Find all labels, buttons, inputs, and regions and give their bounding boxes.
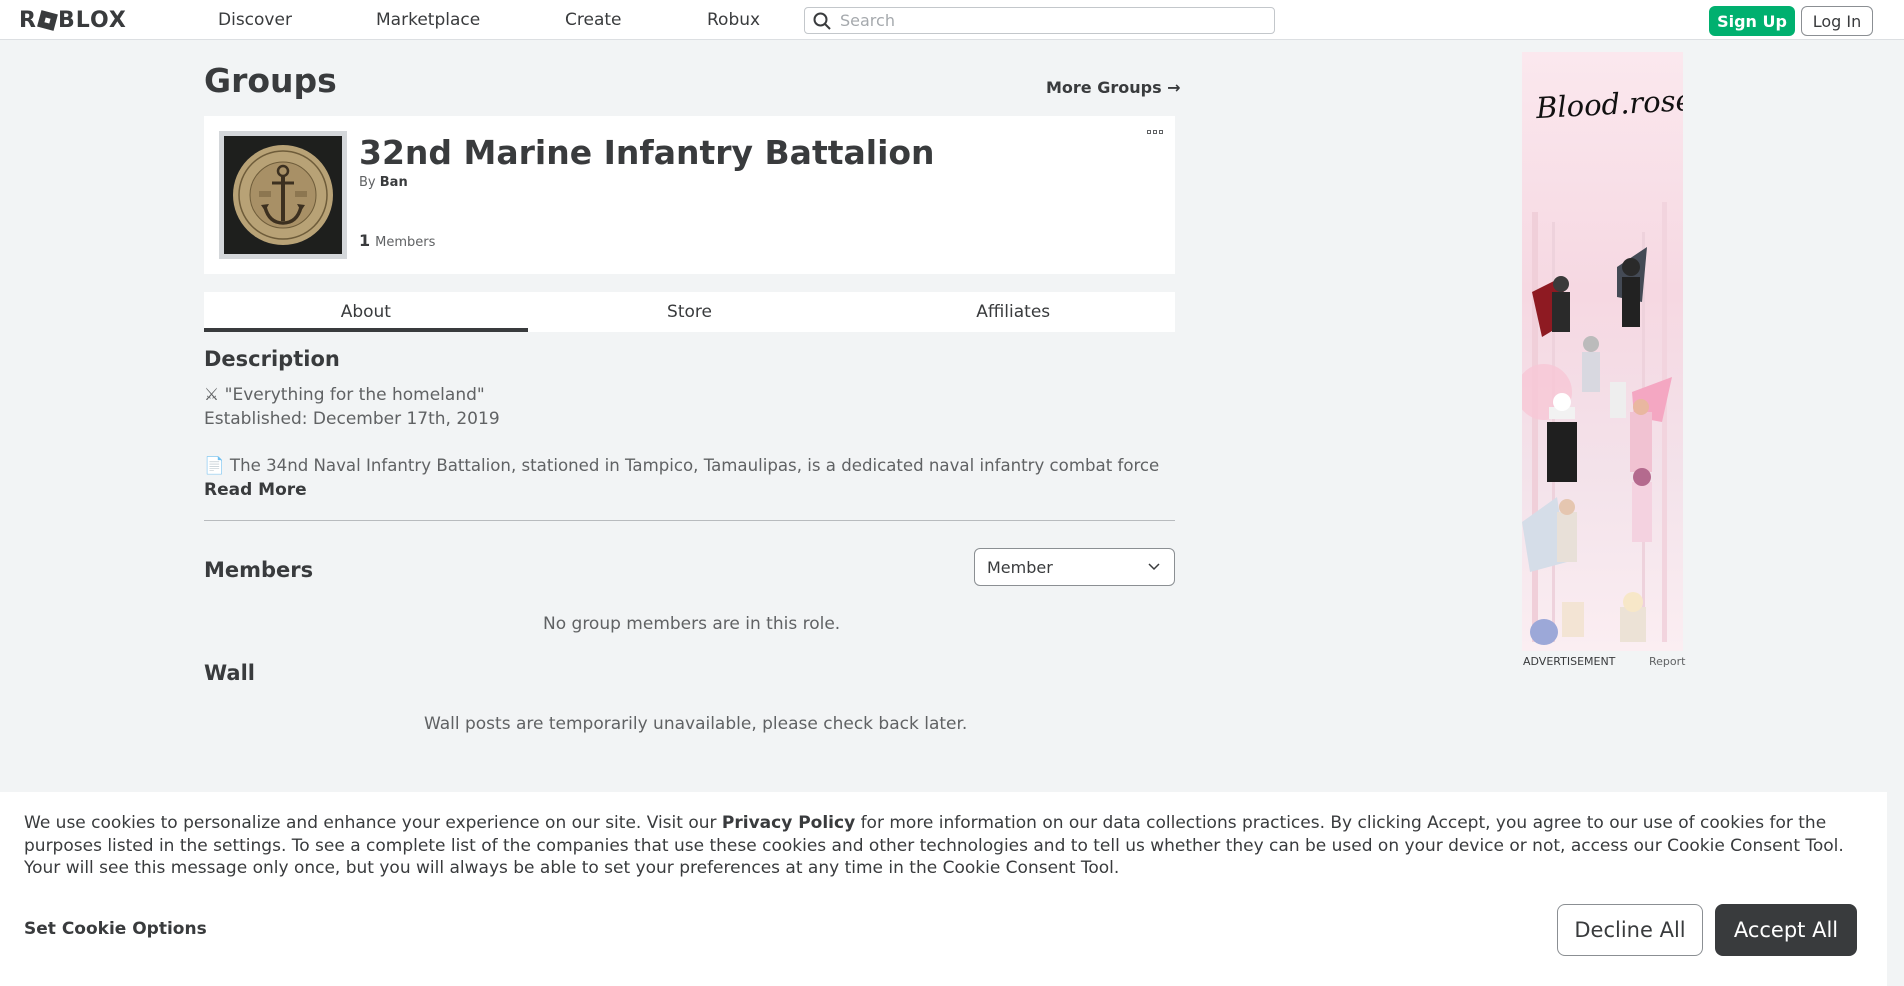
nav-discover[interactable]: Discover [218,10,292,30]
group-header-card: 32nd Marine Infantry Battalion By Ban 1 … [204,116,1175,274]
signup-button[interactable]: Sign Up [1709,6,1795,36]
by-label: By [359,175,376,190]
more-groups-link[interactable]: More Groups → [1046,78,1181,97]
wall-heading: Wall [204,661,255,685]
nav-create[interactable]: Create [565,10,622,30]
description-line: Established: December 17th, 2019 [204,409,500,429]
member-count-value: 1 [359,231,371,250]
search-box[interactable] [804,7,1275,34]
member-count: 1 Members [359,231,435,250]
group-name: 32nd Marine Infantry Battalion [359,133,935,172]
wall-unavailable-message: Wall posts are temporarily unavailable, … [424,714,968,734]
group-owner-link[interactable]: Ban [380,175,408,190]
page-title: Groups [204,61,337,100]
group-emblem [219,131,347,259]
section-divider [204,520,1175,521]
description-line: 📄 The 34nd Naval Infantry Battalion, sta… [204,456,1160,475]
login-button[interactable]: Log In [1801,6,1873,36]
cookie-banner: We use cookies to personalize and enhanc… [0,792,1887,986]
ad-report-link[interactable]: Report [1649,655,1685,668]
accept-all-button[interactable]: Accept All [1715,904,1857,956]
decline-all-button[interactable]: Decline All [1557,904,1703,956]
group-emblem-image [224,136,342,254]
anchor-emblem-icon [233,145,333,245]
nav-robux[interactable]: Robux [707,10,760,30]
nav-marketplace[interactable]: Marketplace [376,10,480,30]
more-options-icon[interactable] [1147,130,1163,134]
members-heading: Members [204,558,314,582]
tab-store[interactable]: Store [528,292,852,332]
cookie-message: We use cookies to personalize and enhanc… [24,813,1844,878]
logo-o-icon [37,9,58,31]
role-dropdown-value: Member [987,557,1053,577]
role-dropdown[interactable]: Member [974,548,1175,586]
members-empty-message: No group members are in this role. [543,614,841,634]
privacy-policy-link[interactable]: Privacy Policy [722,813,855,833]
search-input[interactable] [840,11,1260,30]
description-line: ⚔ "Everything for the homeland" [204,385,485,405]
member-count-label: Members [375,235,436,250]
set-cookie-options-link[interactable]: Set Cookie Options [24,919,207,939]
group-owner-line: By Ban [359,175,408,190]
top-nav: R BLOX Discover Marketplace Create Robux … [0,0,1904,40]
description-heading: Description [204,347,340,371]
ad-label: ADVERTISEMENT [1523,655,1616,668]
read-more-button[interactable]: Read More [204,480,307,500]
group-tabs: About Store Affiliates [204,292,1175,332]
tab-about[interactable]: About [204,292,528,332]
chevron-down-icon [1148,563,1160,571]
ad-artwork [1522,202,1672,645]
search-icon [813,12,831,30]
tab-affiliates[interactable]: Affiliates [851,292,1175,332]
roblox-logo[interactable]: R BLOX [19,8,127,33]
advertisement-banner[interactable]: Blood.rose [1522,52,1683,651]
